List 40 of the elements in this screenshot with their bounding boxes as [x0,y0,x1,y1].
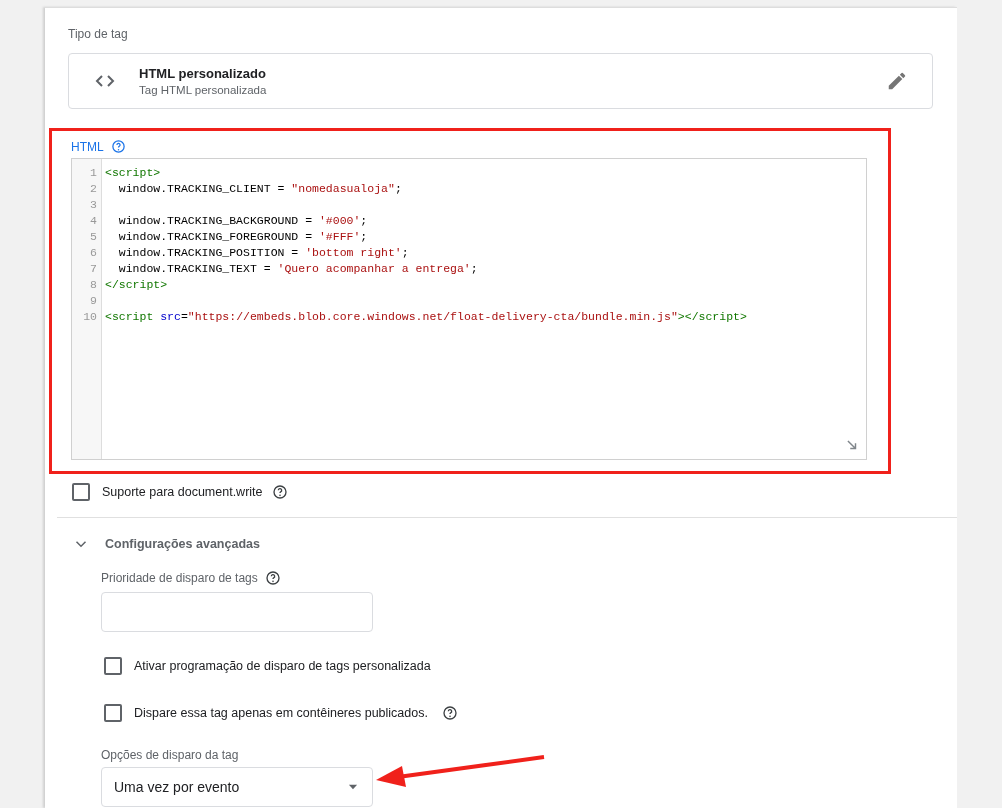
code-line: window.TRACKING_BACKGROUND = '#000'; [117,214,368,227]
input-field[interactable] [101,592,373,632]
help-icon[interactable] [264,570,281,586]
code-line: <script src="https://embeds.blob.core.windows.net/float-delivery-cta/bundle.min.js"></script> [105,310,747,323]
code-line: <script> [105,166,161,179]
line-number: 10 [82,309,98,325]
line-number: 2 [89,181,98,197]
help-icon[interactable] [271,484,288,500]
line-number: 6 [89,245,98,261]
code-line: window.TRACKING_CLIENT = "nomedasualoja"; [117,182,402,195]
checkbox-label: Ativar programação de disparo de tags personalizada [134,659,431,673]
code-line: window.TRACKING_POSITION = 'bottom right'; [117,246,409,259]
help-icon[interactable] [441,705,458,721]
resize-handle-icon[interactable] [845,438,859,452]
help-icon[interactable] [110,139,126,154]
checkbox[interactable] [104,657,122,675]
field-label: HTML [71,139,104,154]
field-label: Prioridade de disparo de tags [101,571,258,585]
line-number: 5 [89,229,98,245]
checkbox-label: Suporte para document.write [102,485,263,499]
tag-type-description: Tag HTML personalizada [139,84,268,96]
section-title[interactable]: Configurações avançadas [105,537,260,551]
line-number: 4 [89,213,98,229]
dropdown[interactable]: Uma vez por evento [101,767,373,807]
pencil-icon[interactable] [886,70,908,92]
line-number: 3 [89,197,98,213]
tag-type-card[interactable]: HTML personalizado Tag HTML personalizada [68,53,933,109]
field-label: Tipo de tag [68,27,129,41]
tag-type-name: HTML personalizado [139,66,267,81]
checkbox[interactable] [104,704,122,722]
field-label: Opções de disparo da tag [101,748,240,762]
code-line: window.TRACKING_FOREGROUND = '#FFF'; [117,230,368,243]
code-line: </script> [105,278,168,291]
line-number: 9 [89,293,98,309]
checkbox[interactable] [72,483,90,501]
checkbox-label: Dispare essa tag apenas em contêineres publicados. [134,706,428,720]
line-number: 1 [89,165,98,181]
line-number: 8 [89,277,98,293]
code-line: window.TRACKING_TEXT = 'Quero acompanhar a entrega'; [117,262,478,275]
line-number: 7 [89,261,98,277]
